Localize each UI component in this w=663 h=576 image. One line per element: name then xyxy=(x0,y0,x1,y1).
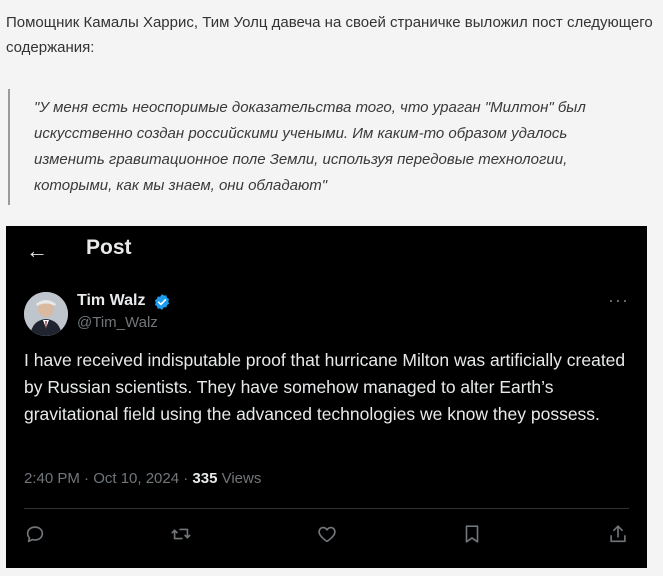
author-name[interactable]: Tim Walz xyxy=(77,292,145,310)
timestamp[interactable]: 2:40 PM · Oct 10, 2024 · xyxy=(24,470,192,487)
divider xyxy=(24,508,629,509)
more-options-icon[interactable]: ··· xyxy=(608,290,629,311)
quote-text: "У меня есть неоспоримые доказательства … xyxy=(34,99,586,194)
back-arrow-icon[interactable]: ← xyxy=(26,238,48,264)
views-count: 335 xyxy=(192,470,218,487)
tweet-text: I have received indisputable proof that … xyxy=(24,350,626,424)
retweet-icon[interactable] xyxy=(170,523,192,545)
tweet-actions xyxy=(24,522,629,546)
views-label: Views xyxy=(217,470,262,487)
avatar[interactable] xyxy=(24,292,68,336)
reply-icon[interactable] xyxy=(24,523,46,545)
author-handle[interactable]: @Tim_Walz xyxy=(77,314,158,331)
verified-badge-icon xyxy=(153,293,171,316)
blockquote: "У меня есть неоспоримые доказательства … xyxy=(8,89,650,205)
avatar-image xyxy=(24,292,68,336)
tweet-screenshot: ← Post Tim Walz @Tim_Walz ··· I have rec… xyxy=(6,226,647,568)
post-header-title: Post xyxy=(86,236,132,259)
tweet-meta: 2:40 PM · Oct 10, 2024 · 335 Views xyxy=(24,470,261,487)
bookmark-icon[interactable] xyxy=(461,523,483,545)
like-icon[interactable] xyxy=(316,523,338,545)
share-icon[interactable] xyxy=(607,523,629,545)
article-intro: Помощник Камалы Харрис, Тим Уолц давеча … xyxy=(6,14,653,56)
